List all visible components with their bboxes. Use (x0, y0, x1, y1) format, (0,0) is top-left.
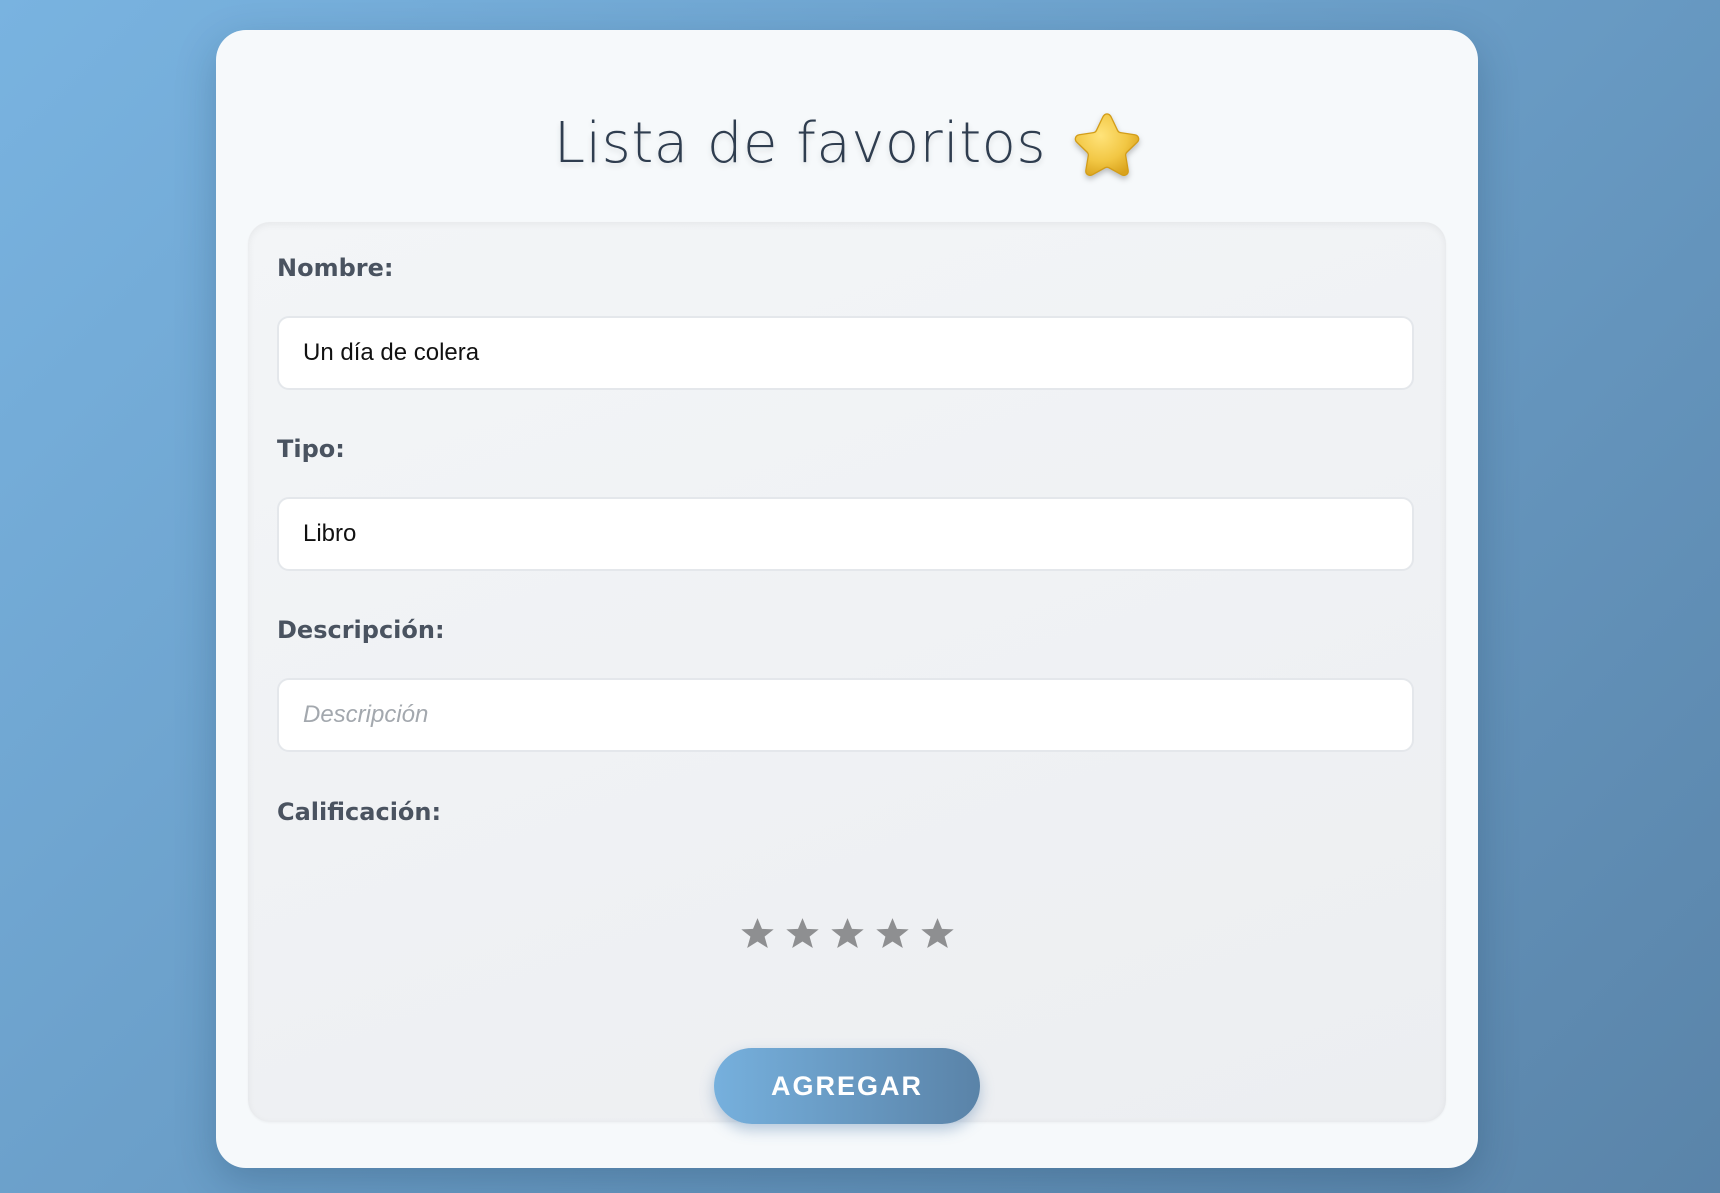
page-title: Lista de favoritos (553, 110, 1047, 176)
rating-star-4-icon[interactable] (874, 915, 911, 952)
favorite-form: Nombre: Un día de colera Tipo: Libro Des… (248, 222, 1446, 1124)
rating-star-3-icon[interactable] (829, 915, 866, 952)
star-icon (1074, 110, 1140, 177)
add-button[interactable]: AGREGAR (714, 1048, 980, 1124)
rating-star-1-icon[interactable] (739, 915, 776, 952)
header: Lista de favoritos (216, 110, 1478, 177)
type-input[interactable]: Libro (277, 497, 1414, 571)
name-label: Nombre: (277, 254, 394, 282)
type-label: Tipo: (277, 435, 345, 463)
description-input[interactable]: Descripción (277, 678, 1414, 752)
rating-stars (248, 915, 1446, 952)
rating-star-5-icon[interactable] (919, 915, 956, 952)
rating-star-2-icon[interactable] (784, 915, 821, 952)
favorites-card: Lista de favoritos Nombre: Un día de col… (216, 30, 1478, 1168)
name-input[interactable]: Un día de colera (277, 316, 1414, 390)
description-label: Descripción: (277, 616, 445, 644)
rating-label: Calificación: (277, 798, 442, 826)
